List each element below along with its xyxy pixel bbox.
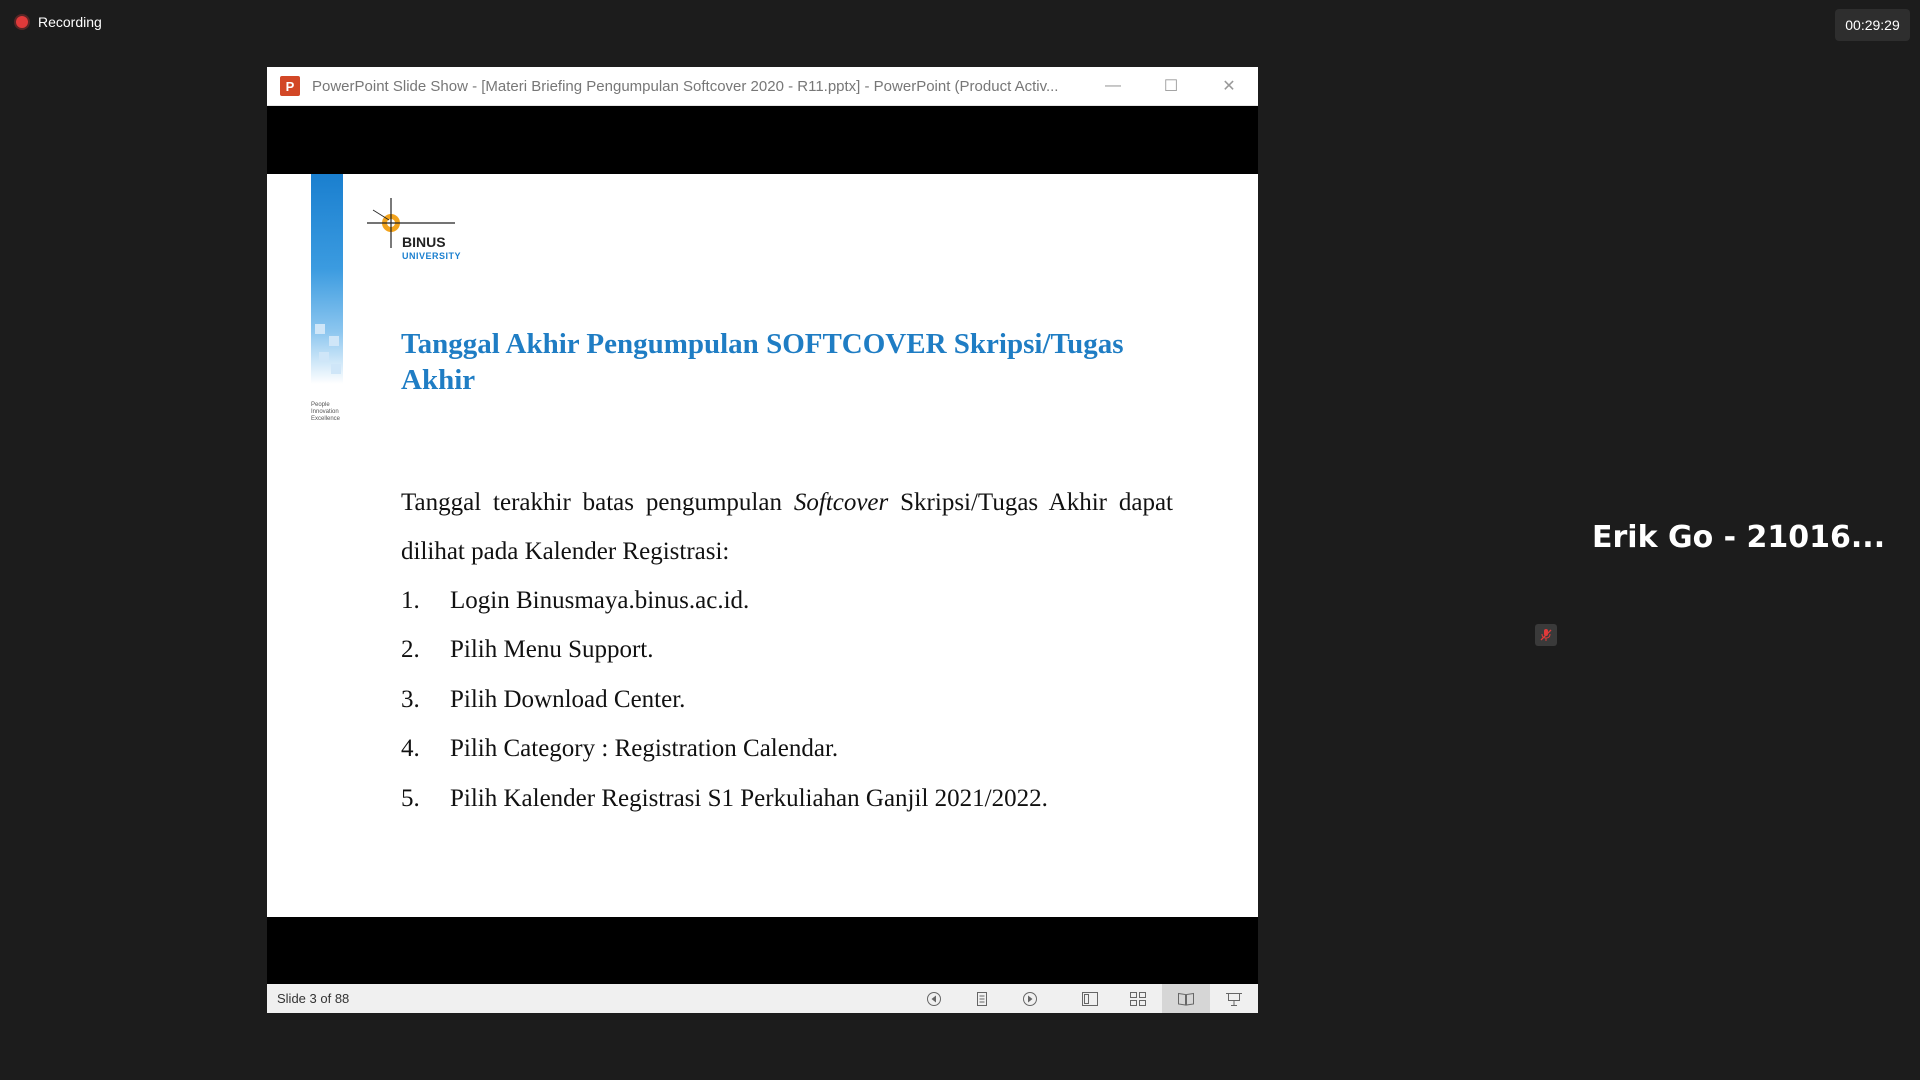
item-number: 3. <box>401 685 420 713</box>
recording-indicator: Recording <box>16 14 102 30</box>
window-title: PowerPoint Slide Show - [Materi Briefing… <box>312 77 1059 95</box>
normal-view-icon[interactable] <box>1066 984 1114 1013</box>
decorative-side-strip <box>311 174 343 384</box>
window-titlebar: P PowerPoint Slide Show - [Materi Briefi… <box>267 67 1258 106</box>
tagline-line: Innovation <box>311 409 339 415</box>
slide-body: Tanggal terakhir batas pengumpulan Softc… <box>401 478 1173 824</box>
item-number: 4. <box>401 735 420 763</box>
item-text: Pilih Menu Support. <box>450 636 654 664</box>
item-text: Pilih Category : Registration Calendar. <box>450 735 839 763</box>
slide-count: Slide 3 of 88 <box>277 991 350 1006</box>
slide-title: Tanggal Akhir Pengumpulan SOFTCOVER Skri… <box>401 328 1124 396</box>
item-text: Pilih Kalender Registrasi S1 Perkuliahan… <box>450 784 1048 812</box>
slideshow-icon[interactable] <box>1210 984 1258 1013</box>
slide-sorter-icon[interactable] <box>1114 984 1162 1013</box>
letterbox-bottom <box>267 917 1258 985</box>
meeting-timer: 00:29:29 <box>1835 9 1910 41</box>
binus-logo: BINUS UNIVERSITY <box>365 196 475 266</box>
reading-view-icon[interactable] <box>1162 984 1210 1013</box>
tagline-line: Excellence <box>311 416 341 422</box>
steps-list: 1. Login Binusmaya.binus.ac.id. 2. Pilih M… <box>401 576 1173 824</box>
item-number: 2. <box>401 636 420 664</box>
list-item: 3. Pilih Download Center. <box>401 675 1173 725</box>
list-item: 5. Pilih Kalender Registrasi S1 Perkuliah… <box>401 774 1173 824</box>
intro-paragraph: Tanggal terakhir batas pengumpulan Softc… <box>401 478 1173 576</box>
logo-subtitle: UNIVERSITY <box>402 251 462 261</box>
slide-tagline: People Innovation Excellence <box>311 402 340 423</box>
list-item: 2. Pilih Menu Support. <box>401 626 1173 676</box>
slideshow-statusbar: Slide 3 of 88 <box>267 984 1258 1013</box>
intro-italic-text: Softcover <box>793 489 889 516</box>
letterbox-top <box>267 106 1258 174</box>
participant-name: Erik Go - 21016... <box>1592 520 1886 555</box>
microphone-muted-icon <box>1535 624 1557 646</box>
item-text: Pilih Download Center. <box>450 685 686 713</box>
recording-dot-icon <box>16 16 28 28</box>
item-number: 1. <box>401 586 420 614</box>
minimize-button[interactable]: — <box>1084 67 1142 105</box>
list-item: 1. Login Binusmaya.binus.ac.id. <box>401 576 1173 626</box>
slide-canvas[interactable]: People Innovation Excellence BINUS UNIVE… <box>267 174 1258 917</box>
maximize-button[interactable]: ☐ <box>1142 67 1200 105</box>
notes-icon[interactable] <box>958 984 1006 1013</box>
tagline-line: People <box>311 402 330 408</box>
logo-name: BINUS <box>402 234 446 250</box>
recording-label: Recording <box>38 14 102 30</box>
close-button[interactable]: ✕ <box>1200 67 1258 105</box>
powerpoint-app-icon: P <box>280 76 300 96</box>
list-item: 4. Pilih Category : Registration Calendar… <box>401 725 1173 775</box>
item-text: Login Binusmaya.binus.ac.id. <box>450 586 750 614</box>
powerpoint-window: P PowerPoint Slide Show - [Materi Briefi… <box>267 67 1258 1013</box>
next-icon[interactable] <box>1006 984 1054 1013</box>
item-number: 5. <box>401 784 420 812</box>
intro-text: Tanggal terakhir batas pengumpulan <box>401 489 794 516</box>
previous-icon[interactable] <box>910 984 958 1013</box>
